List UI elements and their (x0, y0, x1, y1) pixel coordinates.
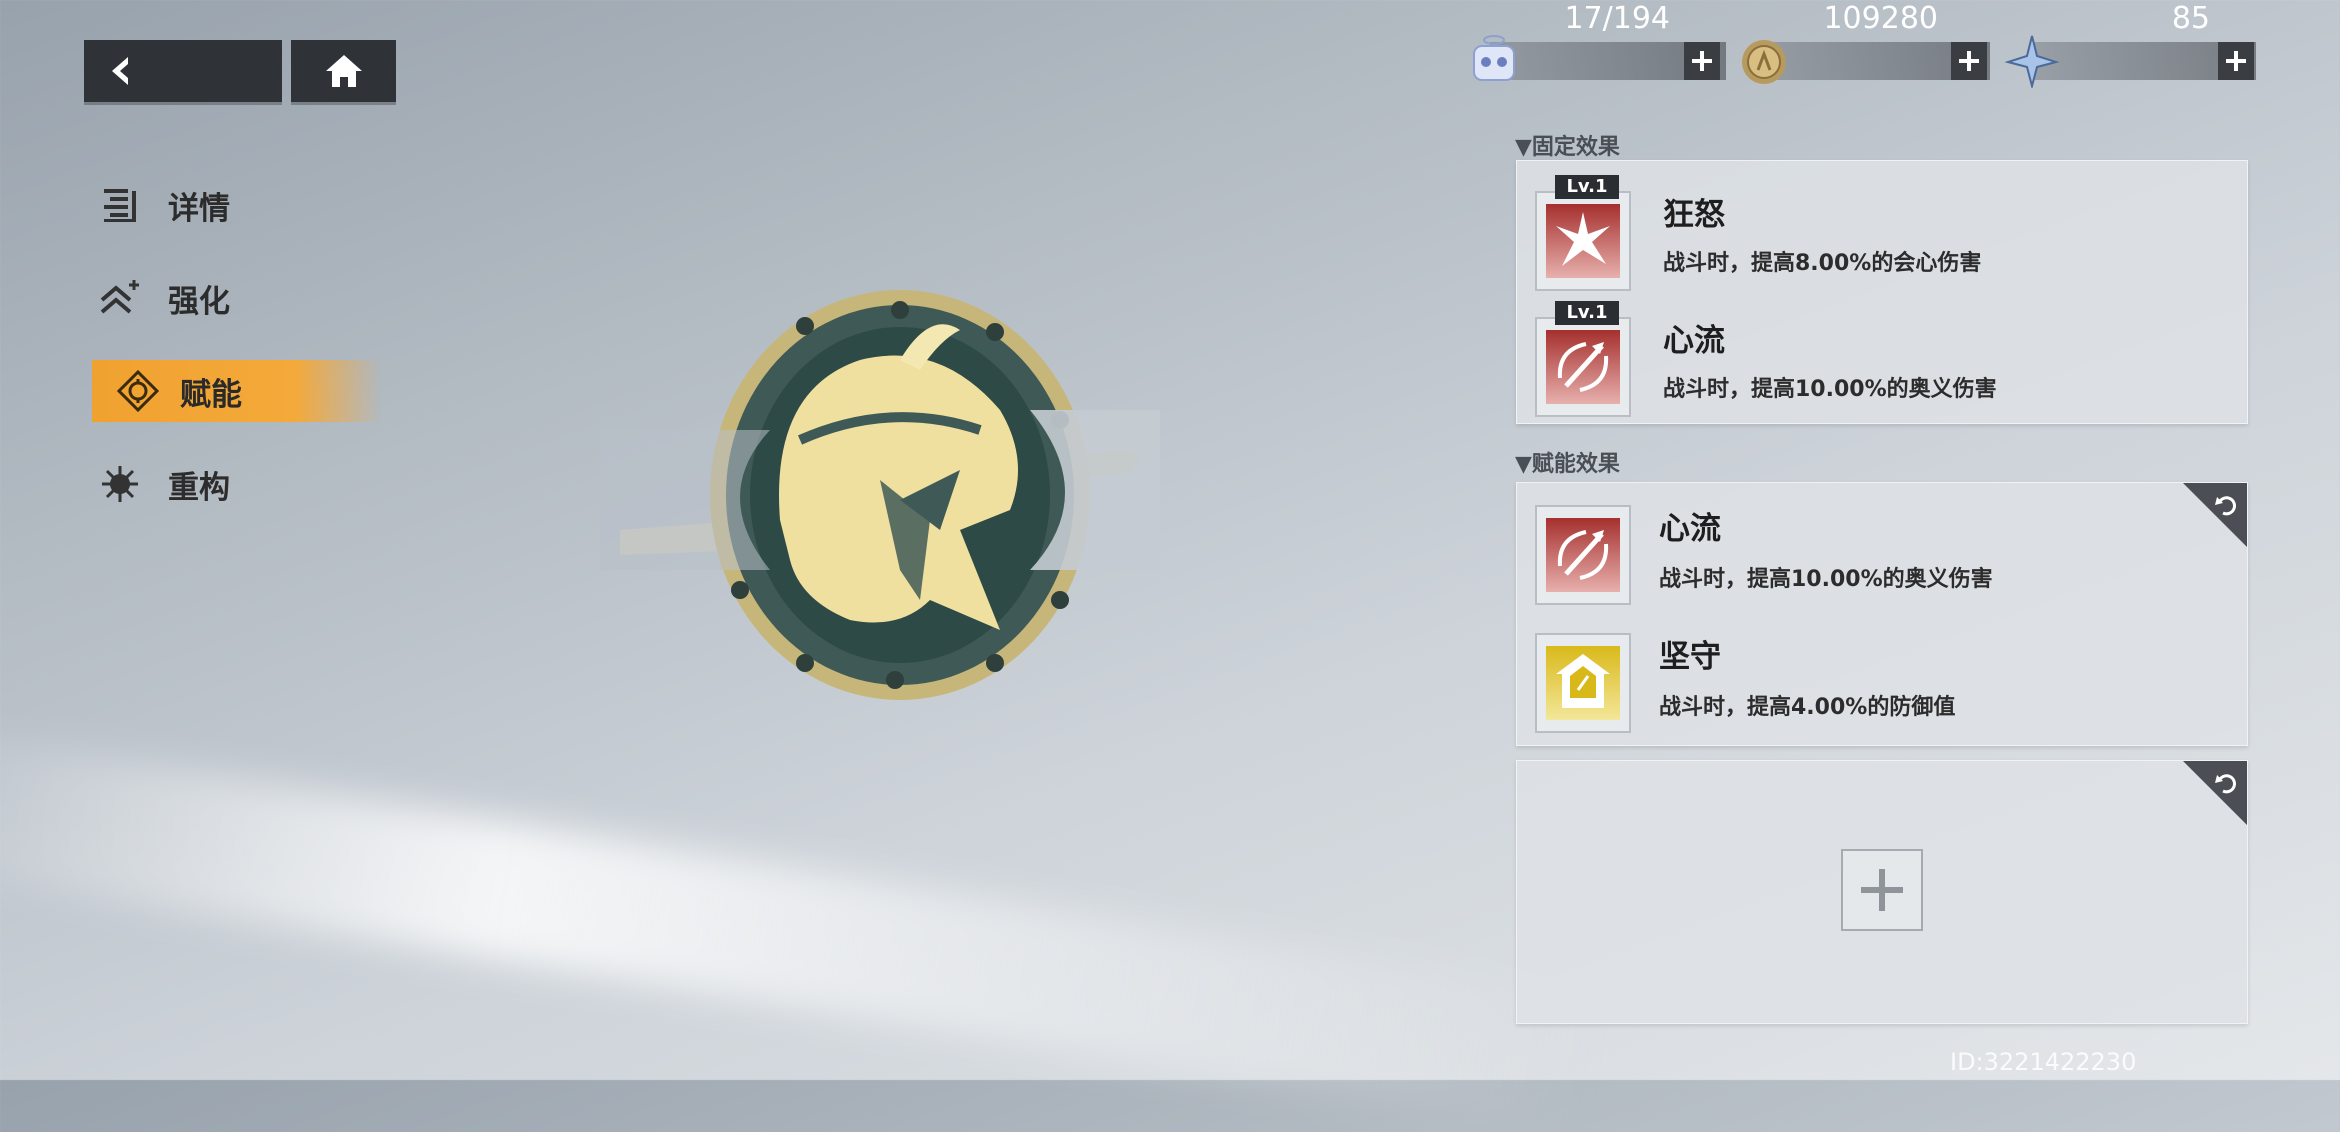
add-coin-button[interactable] (1951, 42, 1987, 80)
effect-name: 心流 (1663, 323, 1725, 359)
effect-description: 战斗时，提高10.00%的奥义伤害 (1659, 567, 1993, 592)
rage-icon (1546, 204, 1620, 278)
effect-icon-frame (1535, 633, 1631, 733)
nav-label-reconstruct: 重构 (168, 469, 230, 506)
nav-item-enhance[interactable]: 强化 (92, 267, 230, 329)
stamina-icon (1473, 35, 1515, 81)
effect-icon-frame (1535, 505, 1631, 605)
fixed-effects-title: ▼固定效果 (1515, 135, 1620, 160)
flow-icon (1546, 518, 1620, 592)
stamina-value: 17/194 (1564, 1, 1670, 36)
background-glare (0, 727, 1601, 1132)
back-arrow-icon (112, 57, 128, 85)
coin-icon (1742, 40, 1786, 84)
user-id: ID:3221422230 (1950, 1048, 2137, 1076)
plus-icon (1959, 51, 1979, 71)
guard-icon (1546, 646, 1620, 720)
spartan-helmet-shield-emblem (600, 290, 1160, 700)
add-crystal-button[interactable] (2218, 42, 2254, 80)
effect-icon-frame (1535, 317, 1631, 417)
effect-description: 战斗时，提高8.00%的会心伤害 (1663, 251, 1982, 276)
home-icon (325, 55, 362, 87)
flow-icon (1546, 330, 1620, 404)
add-empower-button[interactable] (1841, 849, 1923, 931)
plus-icon (1861, 869, 1903, 911)
effect-item-flow[interactable]: Lv.1 心流 战斗时，提高10.00%的奥义伤害 (1517, 301, 2247, 421)
fixed-effects-panel: Lv.1 狂怒 战斗时，提高8.00%的会心伤害 Lv.1 心流 战斗时，提高1… (1516, 160, 2248, 424)
effect-name: 狂怒 (1663, 197, 1725, 233)
add-stamina-button[interactable] (1684, 42, 1720, 80)
enhance-icon (92, 270, 148, 326)
effect-item-rage[interactable]: Lv.1 狂怒 战斗时，提高8.00%的会心伤害 (1517, 175, 2247, 295)
effect-item-flow[interactable]: 心流 战斗时，提高10.00%的奥义伤害 (1517, 489, 2247, 609)
nav-label-enhance: 强化 (168, 283, 230, 320)
effect-name: 心流 (1659, 511, 1721, 547)
nav-item-empower[interactable]: 赋能 (92, 360, 382, 422)
empower-effects-panel: 心流 战斗时，提高10.00%的奥义伤害 坚守 战斗时，提高4.00%的防御值 (1516, 482, 2248, 746)
nav-label-details: 详情 (168, 190, 230, 227)
level-badge: Lv.1 (1555, 175, 1619, 199)
crystal-icon (2004, 35, 2060, 88)
details-icon (92, 177, 148, 233)
empower-effects-title: ▼赋能效果 (1515, 452, 1620, 477)
nav-item-reconstruct[interactable]: 重构 (92, 453, 230, 515)
coin-value: 109280 (1823, 1, 1938, 36)
level-badge: Lv.1 (1555, 301, 1619, 325)
crystal-value: 85 (2171, 1, 2210, 36)
refresh-corner-icon[interactable] (2183, 761, 2247, 825)
nav-item-details[interactable]: 详情 (92, 174, 230, 236)
nav-label-empower: 赋能 (180, 376, 242, 413)
empty-empower-slot-panel (1516, 760, 2248, 1024)
plus-icon (1692, 51, 1712, 71)
home-button[interactable] (291, 40, 396, 102)
effect-description: 战斗时，提高10.00%的奥义伤害 (1663, 377, 1997, 402)
back-button[interactable] (84, 40, 282, 102)
effect-icon-frame (1535, 191, 1631, 291)
effect-description: 战斗时，提高4.00%的防御值 (1659, 695, 1956, 720)
effect-item-guard[interactable]: 坚守 战斗时，提高4.00%的防御值 (1517, 617, 2247, 737)
effect-name: 坚守 (1659, 639, 1721, 675)
empower-icon (110, 363, 166, 419)
plus-icon (2226, 51, 2246, 71)
reconstruct-icon (92, 456, 148, 512)
